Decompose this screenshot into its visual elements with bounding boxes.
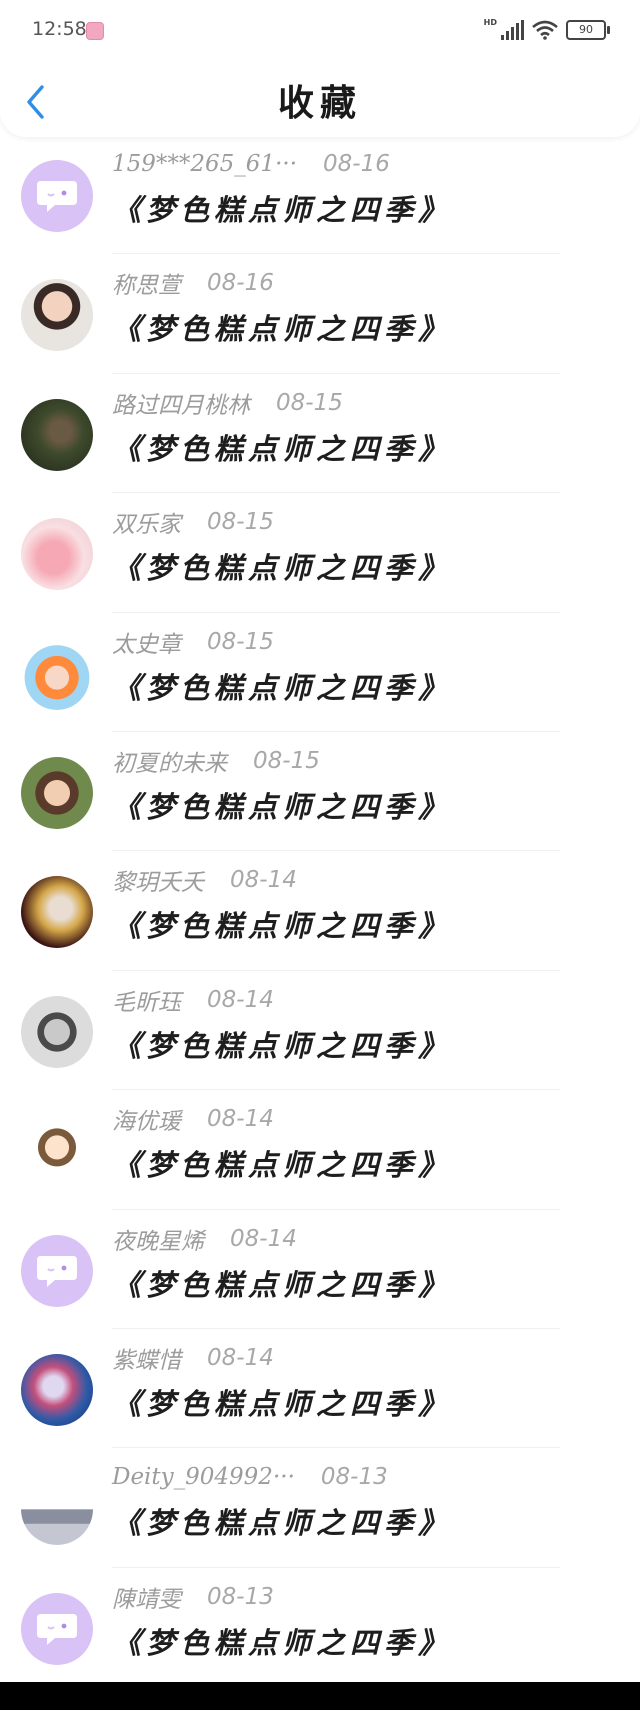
book-title[interactable]: 《梦色糕点师之四季》 [112,187,452,229]
avatar[interactable] [21,995,93,1068]
status-icons: HD 90 [483,18,610,42]
item-meta: 双乐家 08-15 [112,505,274,539]
avatar[interactable] [21,160,93,232]
list-item[interactable]: 夜晚星烯 08-14 《梦色糕点师之四季》 [0,1210,640,1329]
date: 08-14 [230,1225,297,1252]
item-meta: 陳靖雯 08-13 [112,1580,274,1614]
default-avatar-icon [37,181,77,212]
default-avatar-icon [37,1255,77,1287]
top-bar: 12:58 HD 90 收藏 [0,0,640,137]
date: 08-13 [320,1464,388,1491]
list-item[interactable]: 毛昕珏 08-14 《梦色糕点师之四季》 [0,971,640,1091]
list-item[interactable]: 双乐家 08-15 《梦色糕点师之四季》 [0,493,640,613]
date: 08-13 [207,1583,274,1610]
list-item[interactable]: 海优瑗 08-14 《梦色糕点师之四季》 [0,1090,640,1210]
book-title[interactable]: 《梦色糕点师之四季》 [112,903,452,945]
item-meta: 夜晚星烯 08-14 [112,1222,297,1256]
avatar[interactable] [21,1234,93,1307]
favorites-list: 159***265_61··· 08-16 《梦色糕点师之四季》 称思萱 08-16 《梦… [0,135,640,1688]
avatar[interactable] [21,518,93,591]
avatar[interactable] [21,1592,93,1665]
username[interactable]: 称思萱 [112,266,181,300]
item-meta: 海优瑗 08-14 [112,1102,274,1136]
avatar[interactable] [21,1353,93,1426]
username[interactable]: 夜晚星烯 [112,1222,204,1256]
username[interactable]: 159***265_61··· [112,151,297,177]
date: 08-14 [207,1344,274,1371]
date: 08-14 [230,867,297,894]
date: 08-16 [323,151,390,177]
date: 08-15 [207,628,274,655]
status-time: 12:58 [32,18,87,40]
date: 08-16 [207,270,274,297]
avatar[interactable] [21,1115,93,1188]
book-title[interactable]: 《梦色糕点师之四季》 [112,545,452,587]
date: 08-14 [207,1106,274,1133]
list-item[interactable]: 159***265_61··· 08-16 《梦色糕点师之四季》 [0,135,640,255]
username[interactable]: 紫蝶惜 [112,1341,181,1375]
book-title[interactable]: 《梦色糕点师之四季》 [112,1142,452,1184]
book-title[interactable]: 《梦色糕点师之四季》 [112,1023,452,1065]
avatar[interactable] [21,756,93,829]
system-nav-bar [0,1682,640,1710]
username[interactable]: 黎玥夭夭 [112,863,204,897]
book-title[interactable]: 《梦色糕点师之四季》 [112,784,452,826]
network-type: HD [483,18,497,27]
item-meta: 称思萱 08-16 [112,266,274,300]
avatar[interactable] [21,1473,93,1546]
item-meta: 紫蝶惜 08-14 [112,1341,274,1375]
list-item[interactable]: 称思萱 08-16 《梦色糕点师之四季》 [0,254,640,374]
page-title: 收藏 [277,82,362,124]
username[interactable]: 陳靖雯 [112,1580,181,1614]
username[interactable]: 路过四月桃林 [112,386,250,420]
list-item[interactable]: Deity_904992··· 08-13 《梦色糕点师之四季》 [0,1448,640,1568]
list-item[interactable]: 黎玥夭夭 08-14 《梦色糕点师之四季》 [0,851,640,971]
username[interactable]: Deity_904992··· [112,1464,295,1490]
book-title[interactable]: 《梦色糕点师之四季》 [112,1262,452,1304]
book-title[interactable]: 《梦色糕点师之四季》 [112,1500,452,1542]
username[interactable]: 双乐家 [112,505,181,539]
avatar[interactable] [21,637,93,710]
item-meta: Deity_904992··· 08-13 [112,1460,388,1494]
date: 08-14 [207,986,274,1013]
book-title[interactable]: 《梦色糕点师之四季》 [112,426,452,468]
date: 08-15 [276,389,343,416]
avatar[interactable] [21,279,93,352]
item-meta: 太史章 08-15 [112,625,274,659]
signal-icon [501,20,524,40]
list-item[interactable]: 初夏的未来 08-15 《梦色糕点师之四季》 [0,732,640,852]
list-item[interactable]: 太史章 08-15 《梦色糕点师之四季》 [0,613,640,732]
item-meta: 路过四月桃林 08-15 [112,386,343,420]
username[interactable]: 太史章 [112,625,181,659]
date: 08-15 [207,509,274,536]
date: 08-15 [253,747,320,774]
battery-icon: 90 [566,20,610,40]
avatar[interactable] [21,398,93,471]
item-meta: 初夏的未来 08-15 [112,744,320,778]
book-title[interactable]: 《梦色糕点师之四季》 [112,306,452,348]
item-meta: 黎玥夭夭 08-14 [112,863,297,897]
username[interactable]: 毛昕珏 [112,983,181,1017]
wifi-icon [532,20,558,40]
notification-icon [86,22,104,40]
book-title[interactable]: 《梦色糕点师之四季》 [112,665,452,707]
book-title[interactable]: 《梦色糕点师之四季》 [112,1620,452,1662]
username[interactable]: 初夏的未来 [112,744,227,778]
list-item[interactable]: 路过四月桃林 08-15 《梦色糕点师之四季》 [0,374,640,494]
username[interactable]: 海优瑗 [112,1102,181,1136]
avatar[interactable] [21,876,93,949]
default-avatar-icon [37,1613,77,1645]
book-title[interactable]: 《梦色糕点师之四季》 [112,1381,452,1423]
list-item[interactable]: 紫蝶惜 08-14 《梦色糕点师之四季》 [0,1329,640,1449]
item-meta: 159***265_61··· 08-16 [112,147,390,181]
list-item[interactable]: 陳靖雯 08-13 《梦色糕点师之四季》 [0,1568,640,1688]
item-meta: 毛昕珏 08-14 [112,983,274,1017]
